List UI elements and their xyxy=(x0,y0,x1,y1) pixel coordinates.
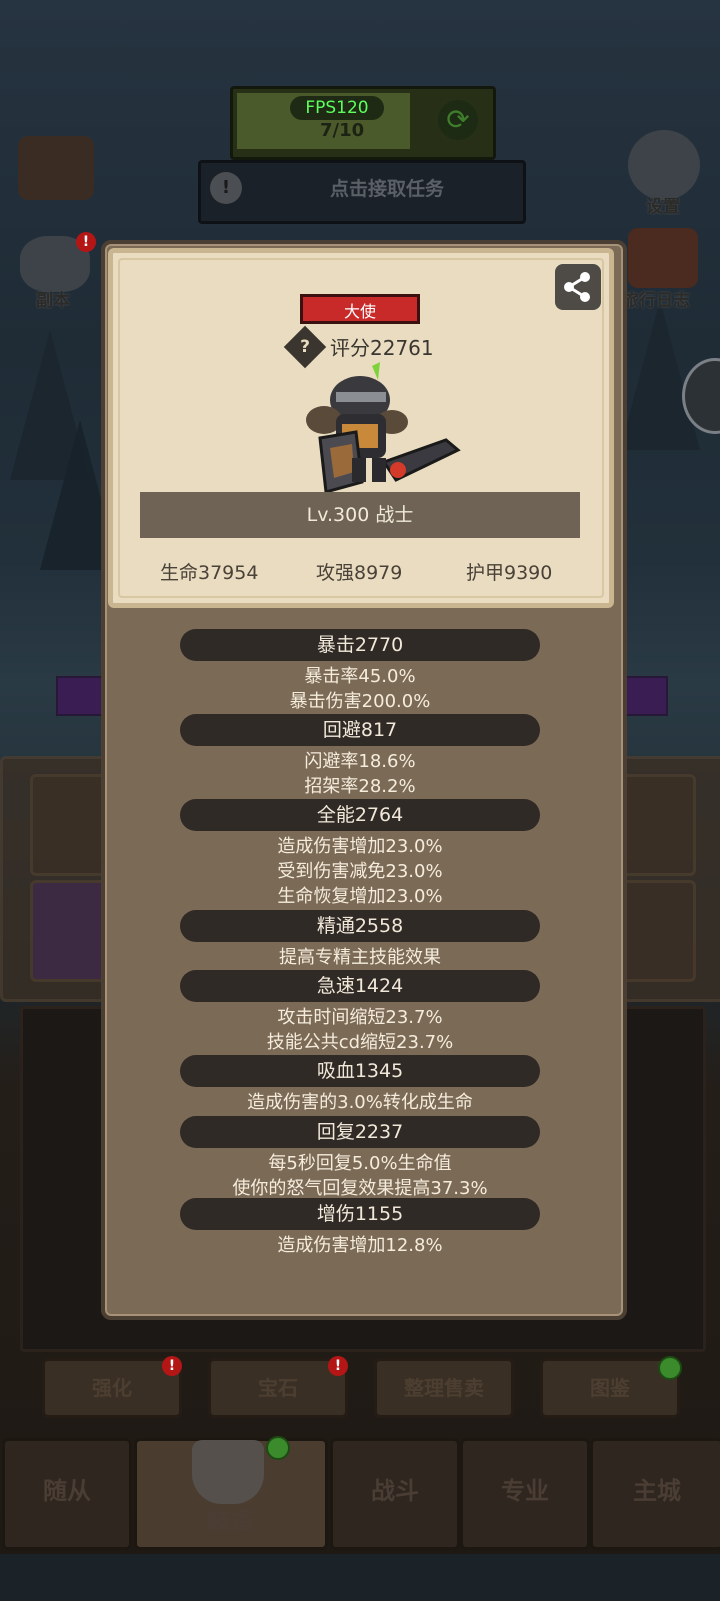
attribute-detail: 暴击伤害200.0% xyxy=(289,691,431,712)
sort-sell-button[interactable]: 整理售卖 xyxy=(374,1358,514,1418)
gem-button[interactable]: 宝石 xyxy=(208,1358,348,1418)
attribute-header: 增伤1155 xyxy=(180,1198,540,1230)
refresh-icon[interactable]: ⟳ xyxy=(438,100,478,140)
attribute-detail: 生命恢复增加23.0% xyxy=(277,886,443,907)
character-title-badge: 大使 xyxy=(300,294,420,324)
nav-battle[interactable]: 战斗 xyxy=(330,1438,460,1550)
share-button[interactable] xyxy=(555,264,601,310)
fps-counter: FPS120 xyxy=(290,96,384,120)
attribute-detail: 提高专精主技能效果 xyxy=(279,947,441,968)
nav-profession[interactable]: 专业 xyxy=(460,1438,590,1550)
notification-badge-green xyxy=(266,1436,290,1460)
book-icon[interactable] xyxy=(628,228,698,288)
enhance-button[interactable]: 强化 xyxy=(42,1358,182,1418)
notification-badge-green xyxy=(658,1356,682,1380)
gear-icon[interactable] xyxy=(628,130,700,200)
notification-badge: ! xyxy=(76,232,96,252)
attribute-header: 吸血1345 xyxy=(180,1055,540,1087)
attribute-header: 回复2237 xyxy=(180,1116,540,1148)
attribute-header: 精通2558 xyxy=(180,910,540,942)
travel-log-label: 旅行日志 xyxy=(622,291,690,311)
character-level-class: Lv.300 战士 xyxy=(140,492,580,538)
share-icon xyxy=(564,272,590,302)
attribute-detail: 每5秒回复5.0%生命值 xyxy=(268,1153,452,1174)
task-button-label: 点击接取任务 xyxy=(329,178,444,200)
nav-followers[interactable]: 随从 xyxy=(2,1438,132,1550)
attribute-detail: 暴击率45.0% xyxy=(304,666,416,687)
attribute-detail: 受到伤害减免23.0% xyxy=(277,861,443,882)
attribute-detail: 闪避率18.6% xyxy=(304,751,416,772)
notification-badge: ! xyxy=(162,1356,182,1376)
nav-main-city[interactable]: 主城 xyxy=(590,1438,720,1550)
attribute-header: 急速1424 xyxy=(180,970,540,1002)
character-score: 评分22761 xyxy=(330,336,434,360)
armor-icon xyxy=(192,1440,264,1504)
warrior-character-sprite xyxy=(306,362,461,494)
quest-progress-count: 7/10 xyxy=(320,120,365,141)
attribute-header: 暴击2770 xyxy=(180,629,540,661)
stat-hp: 生命37954 xyxy=(160,562,259,584)
attribute-detail: 造成伤害增加23.0% xyxy=(277,836,443,857)
notification-badge: ! xyxy=(328,1356,348,1376)
attribute-detail: 使你的怒气回复效果提高37.3% xyxy=(232,1178,488,1199)
attribute-detail: 造成伤害的3.0%转化成生命 xyxy=(247,1092,473,1113)
attribute-header: 全能2764 xyxy=(180,799,540,831)
stat-armor: 护甲9390 xyxy=(466,562,553,584)
attribute-detail: 招架率28.2% xyxy=(304,776,416,797)
quest-board-icon[interactable] xyxy=(18,136,94,200)
dungeon-label: 副本 xyxy=(36,291,70,311)
attribute-header: 回避817 xyxy=(180,714,540,746)
attribute-detail: 技能公共cd缩短23.7% xyxy=(266,1032,454,1053)
stat-attack: 攻强8979 xyxy=(316,562,403,584)
alert-icon: ! xyxy=(210,172,242,204)
attribute-detail: 造成伤害增加12.8% xyxy=(277,1235,443,1256)
help-icon-mark: ? xyxy=(300,337,310,357)
attribute-detail: 攻击时间缩短23.7% xyxy=(277,1007,443,1028)
settings-label: 设置 xyxy=(646,197,680,217)
